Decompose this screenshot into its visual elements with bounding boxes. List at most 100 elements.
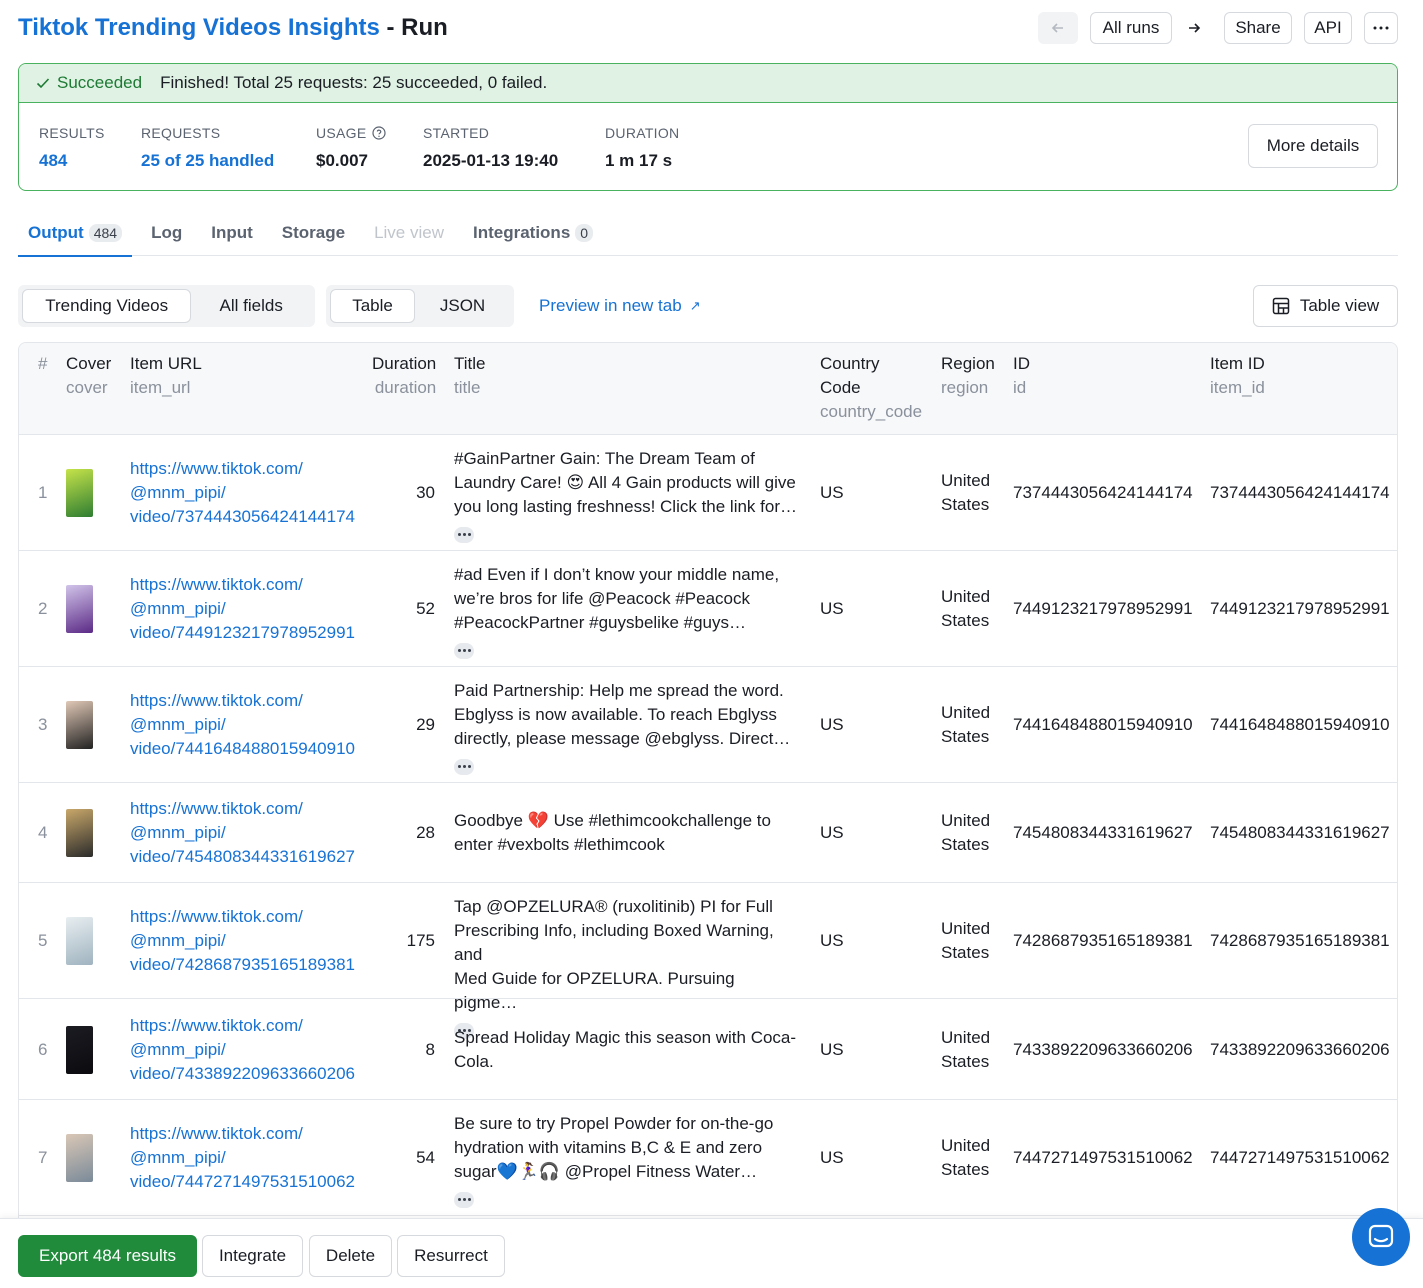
tab-input[interactable]: Input [201,210,263,256]
title-line: Prescribing Info, including Boxed Warnin… [454,921,774,964]
export-results-button[interactable]: Export 484 results [18,1235,197,1277]
cover-image[interactable] [66,469,93,517]
tab-label: Storage [281,223,346,242]
item-url-link[interactable]: https://www.tiktok.com/ @mnm_pipi/ video… [130,1014,355,1086]
col-header-id[interactable]: ID id [1013,352,1030,400]
results-link[interactable]: 484 [39,151,141,171]
help-icon[interactable] [371,126,386,140]
region-line: United [941,471,991,490]
duration-cell: 54 [416,1148,435,1167]
col-header-country-code[interactable]: Country Code country_code [820,352,922,424]
run-header: Tiktok Trending Videos Insights - Run Al… [18,12,1398,44]
item-url-link[interactable]: https://www.tiktok.com/ @mnm_pipi/ video… [130,457,355,529]
cover-image[interactable] [66,917,93,965]
id-cell: 7433892209633660206 [1013,1040,1193,1059]
view-trending-videos[interactable]: Trending Videos [22,289,192,323]
status-state: Succeeded [57,73,143,92]
delete-button[interactable]: Delete [309,1235,392,1277]
view-all-fields[interactable]: All fields [191,289,311,323]
cover-image[interactable] [66,701,93,749]
region-cell: United States [941,469,990,517]
dot-icon [457,649,461,652]
previous-run-button[interactable] [1038,12,1078,44]
actor-name-link[interactable]: Tiktok Trending Videos Insights [18,14,380,41]
cover-image[interactable] [66,585,93,633]
col-header-cover[interactable]: Cover cover [66,352,111,400]
item-url-link[interactable]: https://www.tiktok.com/ @mnm_pipi/ video… [130,689,355,761]
item-url-link[interactable]: https://www.tiktok.com/ @mnm_pipi/ video… [130,573,355,645]
col-header-item-url[interactable]: Item URL item_url [130,352,202,400]
stat-label: RESULTS [39,125,105,141]
dot-icon [467,533,471,536]
title-cell: #GainPartner Gain: The Dream Team of Lau… [454,447,800,543]
support-chat-button[interactable] [1352,1208,1410,1266]
dot-icon [462,1198,466,1201]
format-table[interactable]: Table [330,289,416,323]
dot-icon [457,765,461,768]
col-key: country_code [820,402,923,421]
expand-title-button[interactable] [454,642,474,659]
url-line: video/7447271497531510062 [130,1172,356,1191]
title-line: #ad Even if I don’t know your middle nam… [454,565,780,584]
tab-label: Integrations [472,223,571,242]
stat-started: STARTED 2025-01-13 19:40 [423,124,605,190]
title-line: Spread Holiday Magic this season with Co… [454,1028,797,1047]
expand-title-button[interactable] [454,1191,474,1208]
more-actions-button[interactable] [1364,12,1398,44]
item-url-link[interactable]: https://www.tiktok.com/ @mnm_pipi/ video… [130,797,355,869]
format-json[interactable]: JSON [415,289,510,323]
item-id-cell: 7449123217978952991 [1210,599,1390,618]
output-toolbar: Trending Videos All fields Table JSON Pr… [18,285,1398,327]
url-line: https://www.tiktok.com/ [130,907,303,926]
col-header-title[interactable]: Title title [454,352,486,400]
table-row: 3 https://www.tiktok.com/ @mnm_pipi/ vid… [19,667,1397,783]
region-cell: United States [941,917,990,965]
col-header-region[interactable]: Region region [941,352,995,400]
region-line: United [941,1028,991,1047]
resurrect-button[interactable]: Resurrect [397,1235,505,1277]
cover-image[interactable] [66,1026,93,1074]
cover-image[interactable] [66,1134,93,1182]
tab-integrations[interactable]: Integrations 0 [463,210,603,256]
more-details-button[interactable]: More details [1248,124,1378,168]
dot-icon [457,533,461,536]
duration-cell: 175 [406,931,435,950]
api-button[interactable]: API [1304,12,1352,44]
url-line: @mnm_pipi/ [130,599,226,618]
col-key: cover [66,378,108,397]
row-number: 2 [38,599,48,618]
duration-cell: 29 [416,715,435,734]
row-number: 7 [38,1148,48,1167]
all-runs-button[interactable]: All runs [1090,12,1172,44]
url-line: https://www.tiktok.com/ [130,575,303,594]
preview-in-new-tab-link[interactable]: Preview in new tab ↗ [539,285,701,327]
tab-badge: 484 [88,224,123,242]
stat-requests: REQUESTS 25 of 25 handled [141,124,316,190]
col-header-num: # [38,354,48,373]
arrow-left-icon [1051,23,1063,33]
id-cell: 7449123217978952991 [1013,599,1193,618]
item-url-link[interactable]: https://www.tiktok.com/ @mnm_pipi/ video… [130,905,355,977]
dot-icon [462,533,466,536]
col-header-duration[interactable]: Duration duration [372,352,436,400]
cover-image[interactable] [66,809,93,857]
table-view-button[interactable]: Table view [1253,285,1398,327]
title-line: Tap @OPZELURA® (ruxolitinib) PI for Full [454,897,773,916]
col-label: Country [820,354,880,373]
item-url-link[interactable]: https://www.tiktok.com/ @mnm_pipi/ video… [130,1122,355,1194]
arrow-right-icon [1189,23,1201,33]
title-line: Cola. [454,1052,494,1071]
tab-output[interactable]: Output 484 [18,210,133,257]
expand-title-button[interactable] [454,758,474,775]
usage-value: $0.007 [316,151,368,170]
requests-link[interactable]: 25 of 25 handled [141,151,316,171]
tab-storage[interactable]: Storage [272,210,355,256]
tab-log[interactable]: Log [141,210,192,256]
share-button[interactable]: Share [1224,12,1292,44]
expand-title-button[interactable] [454,526,474,543]
region-cell: United States [941,1134,990,1182]
next-run-button[interactable] [1178,12,1210,44]
col-header-item-id[interactable]: Item ID item_id [1210,352,1265,400]
title-line: Laundry Care! 😍 All 4 Gain products will… [454,473,796,492]
integrate-button[interactable]: Integrate [202,1235,303,1277]
